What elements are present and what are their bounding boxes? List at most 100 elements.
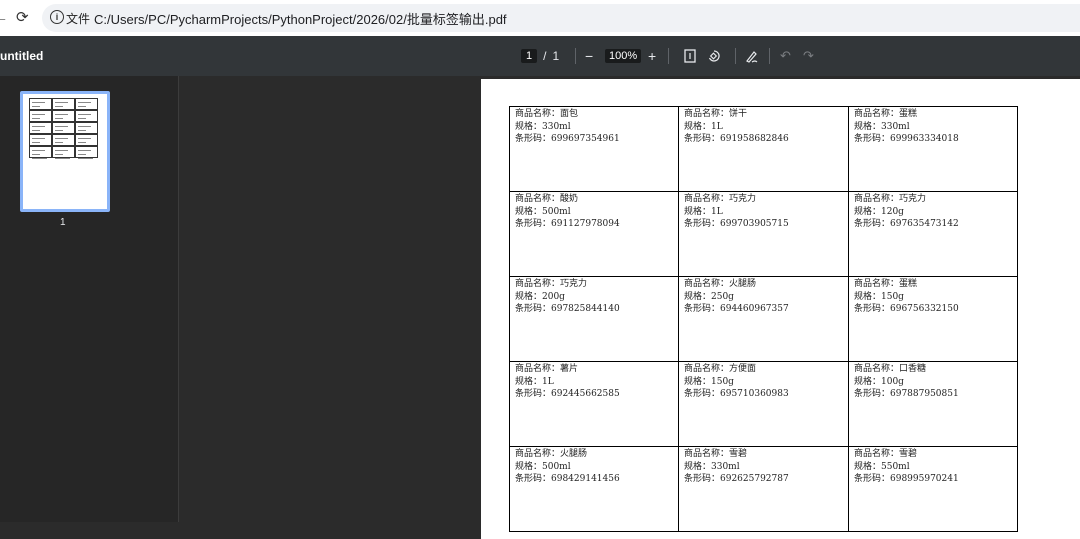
label-barcode: 条形码：699963334018: [854, 134, 959, 144]
label-name: 商品名称：火腿肠: [515, 449, 588, 459]
product-label: 商品名称：雪碧 规格：330ml 条形码：692625792787: [678, 446, 849, 532]
thumbnail-label: [75, 98, 98, 111]
thumbnail-label: [52, 98, 75, 111]
zoom-in-button[interactable]: +: [648, 36, 656, 76]
thumbnail-label: [75, 122, 98, 135]
product-label: 商品名称：雪碧 规格：550ml 条形码：698995970241: [848, 446, 1018, 532]
label-spec: 规格：330ml: [515, 121, 571, 132]
thumbnail-label: [29, 134, 52, 147]
label-barcode: 条形码：697825844140: [515, 304, 620, 314]
label-barcode: 条形码：691127978094: [515, 219, 620, 229]
page-separator: /: [543, 49, 547, 63]
label-name: 商品名称：巧克力: [854, 194, 927, 204]
label-name: 商品名称：饼干: [684, 109, 748, 119]
pdf-toolbar: untitled 1 / 1 − 100% + ↶ ↷: [0, 36, 1080, 76]
info-icon[interactable]: i: [50, 10, 64, 24]
product-label: 商品名称：蛋糕 规格：330ml 条形码：699963334018: [848, 106, 1018, 192]
label-name: 商品名称：火腿肠: [684, 279, 757, 289]
label-name: 商品名称：口香糖: [854, 364, 927, 374]
label-barcode: 条形码：692625792787: [684, 474, 789, 484]
thumbnail-label: [52, 110, 75, 123]
thumbnail-label: [52, 146, 75, 159]
reload-icon[interactable]: ⟳: [16, 8, 29, 26]
label-barcode: 条形码：696756332150: [854, 304, 959, 314]
product-label: 商品名称：火腿肠 规格：250g 条形码：694460967357: [678, 276, 849, 362]
label-name: 商品名称：巧克力: [684, 194, 757, 204]
toolbar-divider: [769, 48, 770, 64]
label-name: 商品名称：方便面: [684, 364, 757, 374]
label-spec: 规格：120g: [854, 206, 904, 217]
product-label: 商品名称：酸奶 规格：500ml 条形码：691127978094: [509, 191, 679, 277]
label-spec: 规格：330ml: [684, 461, 740, 472]
product-label: 商品名称：巧克力 规格：200g 条形码：697825844140: [509, 276, 679, 362]
label-name: 商品名称：酸奶: [515, 194, 579, 204]
label-spec: 规格：500ml: [515, 206, 571, 217]
thumbnail-label: [29, 110, 52, 123]
toolbar-divider: [575, 48, 576, 64]
thumbnail-label: [52, 122, 75, 135]
thumbnail-label: [29, 146, 52, 159]
undo-icon[interactable]: ↶: [780, 36, 791, 76]
thumbnail-label: [75, 146, 98, 159]
label-spec: 规格：150g: [684, 376, 734, 387]
label-name: 商品名称：蛋糕: [854, 109, 918, 119]
page-selector: 1 / 1: [521, 36, 559, 76]
thumbnail-label: [75, 134, 98, 147]
browser-address-bar: ← ⟳ i 文件 C:/Users/PC/PycharmProjects/Pyt…: [0, 0, 1080, 36]
label-spec: 规格：150g: [854, 291, 904, 302]
page-thumbnail[interactable]: [20, 91, 110, 212]
label-name: 商品名称：雪碧: [854, 449, 918, 459]
rotate-icon[interactable]: [707, 36, 721, 76]
document-title: untitled: [0, 49, 44, 63]
product-label: 商品名称：口香糖 规格：100g 条形码：697887950851: [848, 361, 1018, 447]
product-label: 商品名称：方便面 规格：150g 条形码：695710360983: [678, 361, 849, 447]
url-text[interactable]: C:/Users/PC/PycharmProjects/PythonProjec…: [94, 9, 507, 28]
product-label: 商品名称：饼干 规格：1L 条形码：691958682846: [678, 106, 849, 192]
product-label: 商品名称：面包 规格：330ml 条形码：699697354961: [509, 106, 679, 192]
fit-page-icon[interactable]: [684, 36, 696, 76]
label-spec: 规格：1L: [684, 121, 723, 132]
thumbnail-label: [29, 98, 52, 111]
label-spec: 规格：500ml: [515, 461, 571, 472]
toolbar-divider: [735, 48, 736, 64]
zoom-out-button[interactable]: −: [585, 36, 593, 76]
toolbar-divider: [668, 48, 669, 64]
label-barcode: 条形码：699703905715: [684, 219, 789, 229]
label-barcode: 条形码：694460967357: [684, 304, 789, 314]
redo-icon[interactable]: ↷: [803, 36, 814, 76]
file-scheme-label: 文件: [66, 12, 91, 26]
label-spec: 规格：330ml: [854, 121, 910, 132]
product-label: 商品名称：火腿肠 规格：500ml 条形码：698429141456: [509, 446, 679, 532]
label-barcode: 条形码：697887950851: [854, 389, 959, 399]
pdf-page: 商品名称：面包 规格：330ml 条形码：699697354961 商品名称：饼干 规格…: [481, 79, 1080, 539]
label-barcode: 条形码：695710360983: [684, 389, 789, 399]
label-name: 商品名称：巧克力: [515, 279, 588, 289]
label-spec: 规格：1L: [515, 376, 554, 387]
label-barcode: 条形码：692445662585: [515, 389, 620, 399]
label-name: 商品名称：薯片: [515, 364, 579, 374]
label-spec: 规格：200g: [515, 291, 565, 302]
label-spec: 规格：250g: [684, 291, 734, 302]
label-name: 商品名称：蛋糕: [854, 279, 918, 289]
thumbnail-label: [52, 134, 75, 147]
total-pages: 1: [552, 49, 560, 63]
label-name: 商品名称：面包: [515, 109, 579, 119]
thumbnail-page-number: 1: [60, 217, 66, 228]
label-barcode: 条形码：698995970241: [854, 474, 959, 484]
back-icon[interactable]: ←: [0, 9, 8, 25]
thumbnail-sidebar: 1: [0, 76, 179, 522]
label-barcode: 条形码：691958682846: [684, 134, 789, 144]
label-barcode: 条形码：698429141456: [515, 474, 620, 484]
label-spec: 规格：100g: [854, 376, 904, 387]
thumbnail-label: [75, 110, 98, 123]
product-label: 商品名称：巧克力 规格：1L 条形码：699703905715: [678, 191, 849, 277]
annotate-pen-icon[interactable]: [745, 36, 759, 76]
label-spec: 规格：550ml: [854, 461, 910, 472]
product-label: 商品名称：蛋糕 规格：150g 条形码：696756332150: [848, 276, 1018, 362]
zoom-level-input[interactable]: 100%: [605, 49, 642, 63]
label-barcode: 条形码：697635473142: [854, 219, 959, 229]
product-label: 商品名称：薯片 规格：1L 条形码：692445662585: [509, 361, 679, 447]
product-label: 商品名称：巧克力 规格：120g 条形码：697635473142: [848, 191, 1018, 277]
page-number-input[interactable]: 1: [521, 49, 538, 63]
label-name: 商品名称：雪碧: [684, 449, 748, 459]
